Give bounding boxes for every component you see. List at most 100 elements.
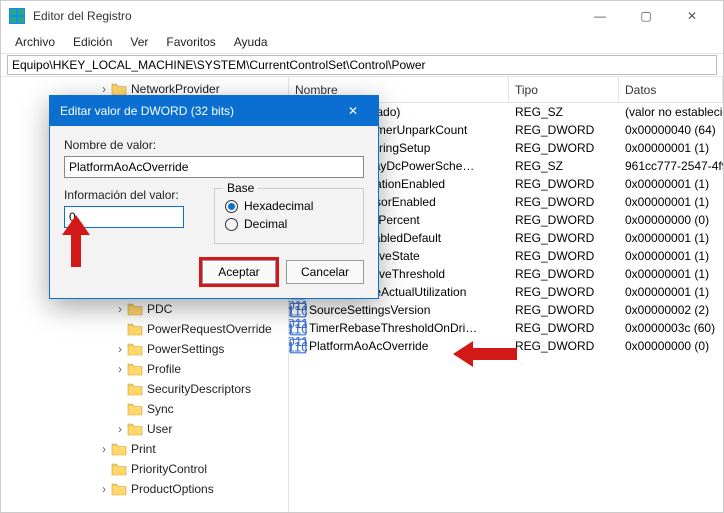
radio-hex-label: Hexadecimal bbox=[244, 199, 313, 213]
value-type: REG_DWORD bbox=[509, 141, 619, 155]
tree-item-label: ProductOptions bbox=[131, 482, 214, 496]
value-data: 0x00000000 (0) bbox=[619, 339, 723, 353]
folder-icon bbox=[111, 462, 127, 476]
input-value-name[interactable] bbox=[64, 156, 364, 178]
folder-icon bbox=[111, 442, 127, 456]
value-data: 0x00000001 (1) bbox=[619, 285, 723, 299]
chevron-right-icon[interactable]: › bbox=[113, 422, 127, 436]
menu-help[interactable]: Ayuda bbox=[226, 33, 276, 51]
value-type: REG_DWORD bbox=[509, 195, 619, 209]
cancel-button[interactable]: Cancelar bbox=[286, 260, 364, 284]
tree-item-label: PowerSettings bbox=[147, 342, 224, 356]
value-data: 0x00000001 (1) bbox=[619, 249, 723, 263]
value-type: REG_DWORD bbox=[509, 231, 619, 245]
chevron-right-icon[interactable]: › bbox=[113, 342, 127, 356]
value-type: REG_DWORD bbox=[509, 321, 619, 335]
value-type: REG_DWORD bbox=[509, 285, 619, 299]
tree-item[interactable]: › Profile bbox=[1, 359, 288, 379]
value-type: REG_DWORD bbox=[509, 303, 619, 317]
folder-icon bbox=[127, 362, 143, 376]
value-name: TimerRebaseThresholdOnDri… bbox=[307, 321, 509, 335]
tree-item[interactable]: PriorityControl bbox=[1, 459, 288, 479]
label-value-name: Nombre de valor: bbox=[64, 138, 364, 152]
list-row[interactable]: 011110TimerRebaseThresholdOnDri…REG_DWOR… bbox=[289, 319, 723, 337]
col-header-type[interactable]: Tipo bbox=[509, 77, 619, 102]
address-input[interactable]: Equipo\HKEY_LOCAL_MACHINE\SYSTEM\Current… bbox=[7, 55, 717, 75]
tree-item-label: Print bbox=[131, 442, 156, 456]
value-type: REG_DWORD bbox=[509, 339, 619, 353]
value-type: REG_SZ bbox=[509, 159, 619, 173]
label-value-data: Información del valor: bbox=[64, 188, 184, 202]
base-legend: Base bbox=[223, 181, 258, 195]
tree-item-label: NetworkProvider bbox=[131, 82, 220, 96]
folder-icon bbox=[111, 482, 127, 496]
value-data: 0x00000001 (1) bbox=[619, 141, 723, 155]
value-data: 0x00000000 (0) bbox=[619, 213, 723, 227]
chevron-right-icon[interactable]: › bbox=[113, 302, 127, 316]
radio-dec-label: Decimal bbox=[244, 217, 287, 231]
tree-item[interactable]: Sync bbox=[1, 399, 288, 419]
arrow-annotation-input bbox=[57, 215, 95, 267]
tree-item-label: Profile bbox=[147, 362, 181, 376]
dialog-title: Editar valor de DWORD (32 bits) bbox=[60, 104, 234, 118]
tree-item-label: User bbox=[147, 422, 172, 436]
tree-item[interactable]: › Print bbox=[1, 439, 288, 459]
svg-text:110: 110 bbox=[289, 304, 307, 319]
menu-view[interactable]: Ver bbox=[122, 33, 156, 51]
close-button[interactable]: ✕ bbox=[669, 1, 715, 31]
app-icon bbox=[9, 8, 25, 24]
value-data: 0x0000003c (60) bbox=[619, 321, 723, 335]
value-type: REG_SZ bbox=[509, 105, 619, 119]
svg-text:110: 110 bbox=[289, 340, 307, 355]
maximize-button[interactable]: ▢ bbox=[623, 1, 669, 31]
chevron-right-icon[interactable]: › bbox=[97, 442, 111, 456]
folder-icon bbox=[127, 402, 143, 416]
svg-text:110: 110 bbox=[289, 322, 307, 337]
folder-icon bbox=[127, 422, 143, 436]
ok-button[interactable]: Aceptar bbox=[202, 260, 276, 284]
radio-dec[interactable]: Decimal bbox=[225, 217, 353, 231]
value-name: SourceSettingsVersion bbox=[307, 303, 509, 317]
value-data: 0x00000002 (2) bbox=[619, 303, 723, 317]
edit-dword-dialog: Editar valor de DWORD (32 bits) ✕ Nombre… bbox=[49, 95, 379, 299]
value-type: REG_DWORD bbox=[509, 267, 619, 281]
tree-item[interactable]: › User bbox=[1, 419, 288, 439]
tree-item-label: Sync bbox=[147, 402, 174, 416]
window-title: Editor del Registro bbox=[33, 9, 132, 23]
tree-item[interactable]: › ProductOptions bbox=[1, 479, 288, 499]
value-type: REG_DWORD bbox=[509, 177, 619, 191]
arrow-annotation-row bbox=[453, 341, 517, 367]
value-data: 0x00000001 (1) bbox=[619, 231, 723, 245]
tree-item-label: PDC bbox=[147, 302, 172, 316]
folder-icon bbox=[127, 342, 143, 356]
dword-value-icon: 011110 bbox=[289, 337, 307, 355]
tree-item-label: PriorityControl bbox=[131, 462, 207, 476]
col-header-data[interactable]: Datos bbox=[619, 77, 723, 102]
menu-file[interactable]: Archivo bbox=[7, 33, 63, 51]
tree-item[interactable]: › PowerSettings bbox=[1, 339, 288, 359]
list-row[interactable]: 011110SourceSettingsVersionREG_DWORD0x00… bbox=[289, 301, 723, 319]
radio-hex[interactable]: Hexadecimal bbox=[225, 199, 353, 213]
tree-item[interactable]: SecurityDescriptors bbox=[1, 379, 288, 399]
radio-dec-indicator bbox=[225, 218, 238, 231]
value-type: REG_DWORD bbox=[509, 249, 619, 263]
chevron-right-icon[interactable]: › bbox=[97, 82, 111, 96]
folder-icon bbox=[127, 382, 143, 396]
dword-value-icon: 011110 bbox=[289, 301, 307, 319]
tree-item[interactable]: › PDC bbox=[1, 299, 288, 319]
value-data: 0x00000040 (64) bbox=[619, 123, 723, 137]
chevron-right-icon[interactable]: › bbox=[97, 482, 111, 496]
menu-edit[interactable]: Edición bbox=[65, 33, 120, 51]
tree-item[interactable]: PowerRequestOverride bbox=[1, 319, 288, 339]
folder-icon bbox=[127, 302, 143, 316]
value-data: 0x00000001 (1) bbox=[619, 195, 723, 209]
minimize-button[interactable]: — bbox=[577, 1, 623, 31]
value-type: REG_DWORD bbox=[509, 123, 619, 137]
value-data: 0x00000001 (1) bbox=[619, 177, 723, 191]
dialog-close-button[interactable]: ✕ bbox=[338, 104, 368, 118]
menu-favorites[interactable]: Favoritos bbox=[158, 33, 223, 51]
value-data: 0x00000001 (1) bbox=[619, 267, 723, 281]
tree-item-label: PowerRequestOverride bbox=[147, 322, 272, 336]
base-group: Base Hexadecimal Decimal bbox=[214, 188, 364, 244]
chevron-right-icon[interactable]: › bbox=[113, 362, 127, 376]
